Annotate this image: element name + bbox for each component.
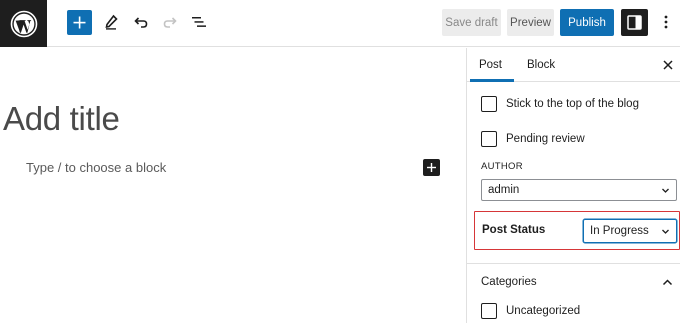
editor-toolbar: Save draft Preview Publish <box>0 0 680 47</box>
pending-review-option: Pending review <box>481 131 585 147</box>
chevron-down-icon <box>662 229 669 234</box>
settings-toggle-button[interactable] <box>621 9 648 36</box>
default-block-placeholder[interactable]: Type / to choose a block <box>26 160 166 175</box>
uncategorized-label: Uncategorized <box>506 305 581 317</box>
plus-icon <box>73 16 86 29</box>
close-icon <box>663 60 673 70</box>
close-sidebar-button[interactable] <box>659 56 677 74</box>
stick-to-top-label: Stick to the top of the blog <box>506 98 639 110</box>
categories-panel-title[interactable]: Categories <box>481 276 537 288</box>
author-select[interactable]: admin <box>481 179 677 201</box>
panel-divider <box>467 263 680 264</box>
undo-button[interactable] <box>129 10 153 34</box>
sidebar-tabs: Post Block <box>467 48 680 82</box>
post-status-panel: Post Status In Progress <box>474 211 680 250</box>
tools-button[interactable] <box>99 10 123 34</box>
tab-post[interactable]: Post <box>467 48 514 82</box>
pending-review-checkbox[interactable] <box>481 131 497 147</box>
tab-block[interactable]: Block <box>527 48 555 82</box>
undo-icon <box>134 17 148 28</box>
uncategorized-option: Uncategorized <box>481 303 580 319</box>
categories-toggle-button[interactable] <box>659 274 675 290</box>
pencil-icon <box>105 14 118 30</box>
stick-to-top-option: Stick to the top of the blog <box>481 96 639 112</box>
stick-to-top-checkbox[interactable] <box>481 96 497 112</box>
add-block-button[interactable] <box>67 10 92 35</box>
editor-canvas: Add title Type / to choose a block <box>0 48 466 323</box>
publish-button[interactable]: Publish <box>560 9 614 36</box>
preview-button[interactable]: Preview <box>507 9 554 36</box>
sidebar-toggle-icon <box>627 15 642 30</box>
redo-button[interactable] <box>158 10 182 34</box>
chevron-down-icon <box>662 188 669 193</box>
post-status-label: Post Status <box>482 224 546 236</box>
redo-icon <box>163 17 177 28</box>
list-view-icon <box>192 17 206 27</box>
author-label: AUTHOR <box>481 161 523 172</box>
post-status-select[interactable]: In Progress <box>583 219 677 243</box>
wordpress-logo-icon[interactable] <box>0 0 47 47</box>
save-draft-button[interactable]: Save draft <box>442 9 501 36</box>
author-select-value: admin <box>488 184 520 196</box>
document-overview-button[interactable] <box>187 10 211 34</box>
post-title-input[interactable]: Add title <box>3 100 120 138</box>
vertical-ellipsis-icon <box>664 15 668 29</box>
options-menu-button[interactable] <box>656 10 676 34</box>
settings-sidebar: Post Block Stick to the top of the blog … <box>466 48 680 323</box>
active-tab-indicator <box>470 79 514 82</box>
uncategorized-checkbox[interactable] <box>481 303 497 319</box>
post-status-select-value: In Progress <box>590 225 649 237</box>
plus-icon <box>427 163 436 172</box>
pending-review-label: Pending review <box>506 133 585 145</box>
inline-inserter-button[interactable] <box>423 159 440 176</box>
chevron-up-icon <box>662 278 672 285</box>
